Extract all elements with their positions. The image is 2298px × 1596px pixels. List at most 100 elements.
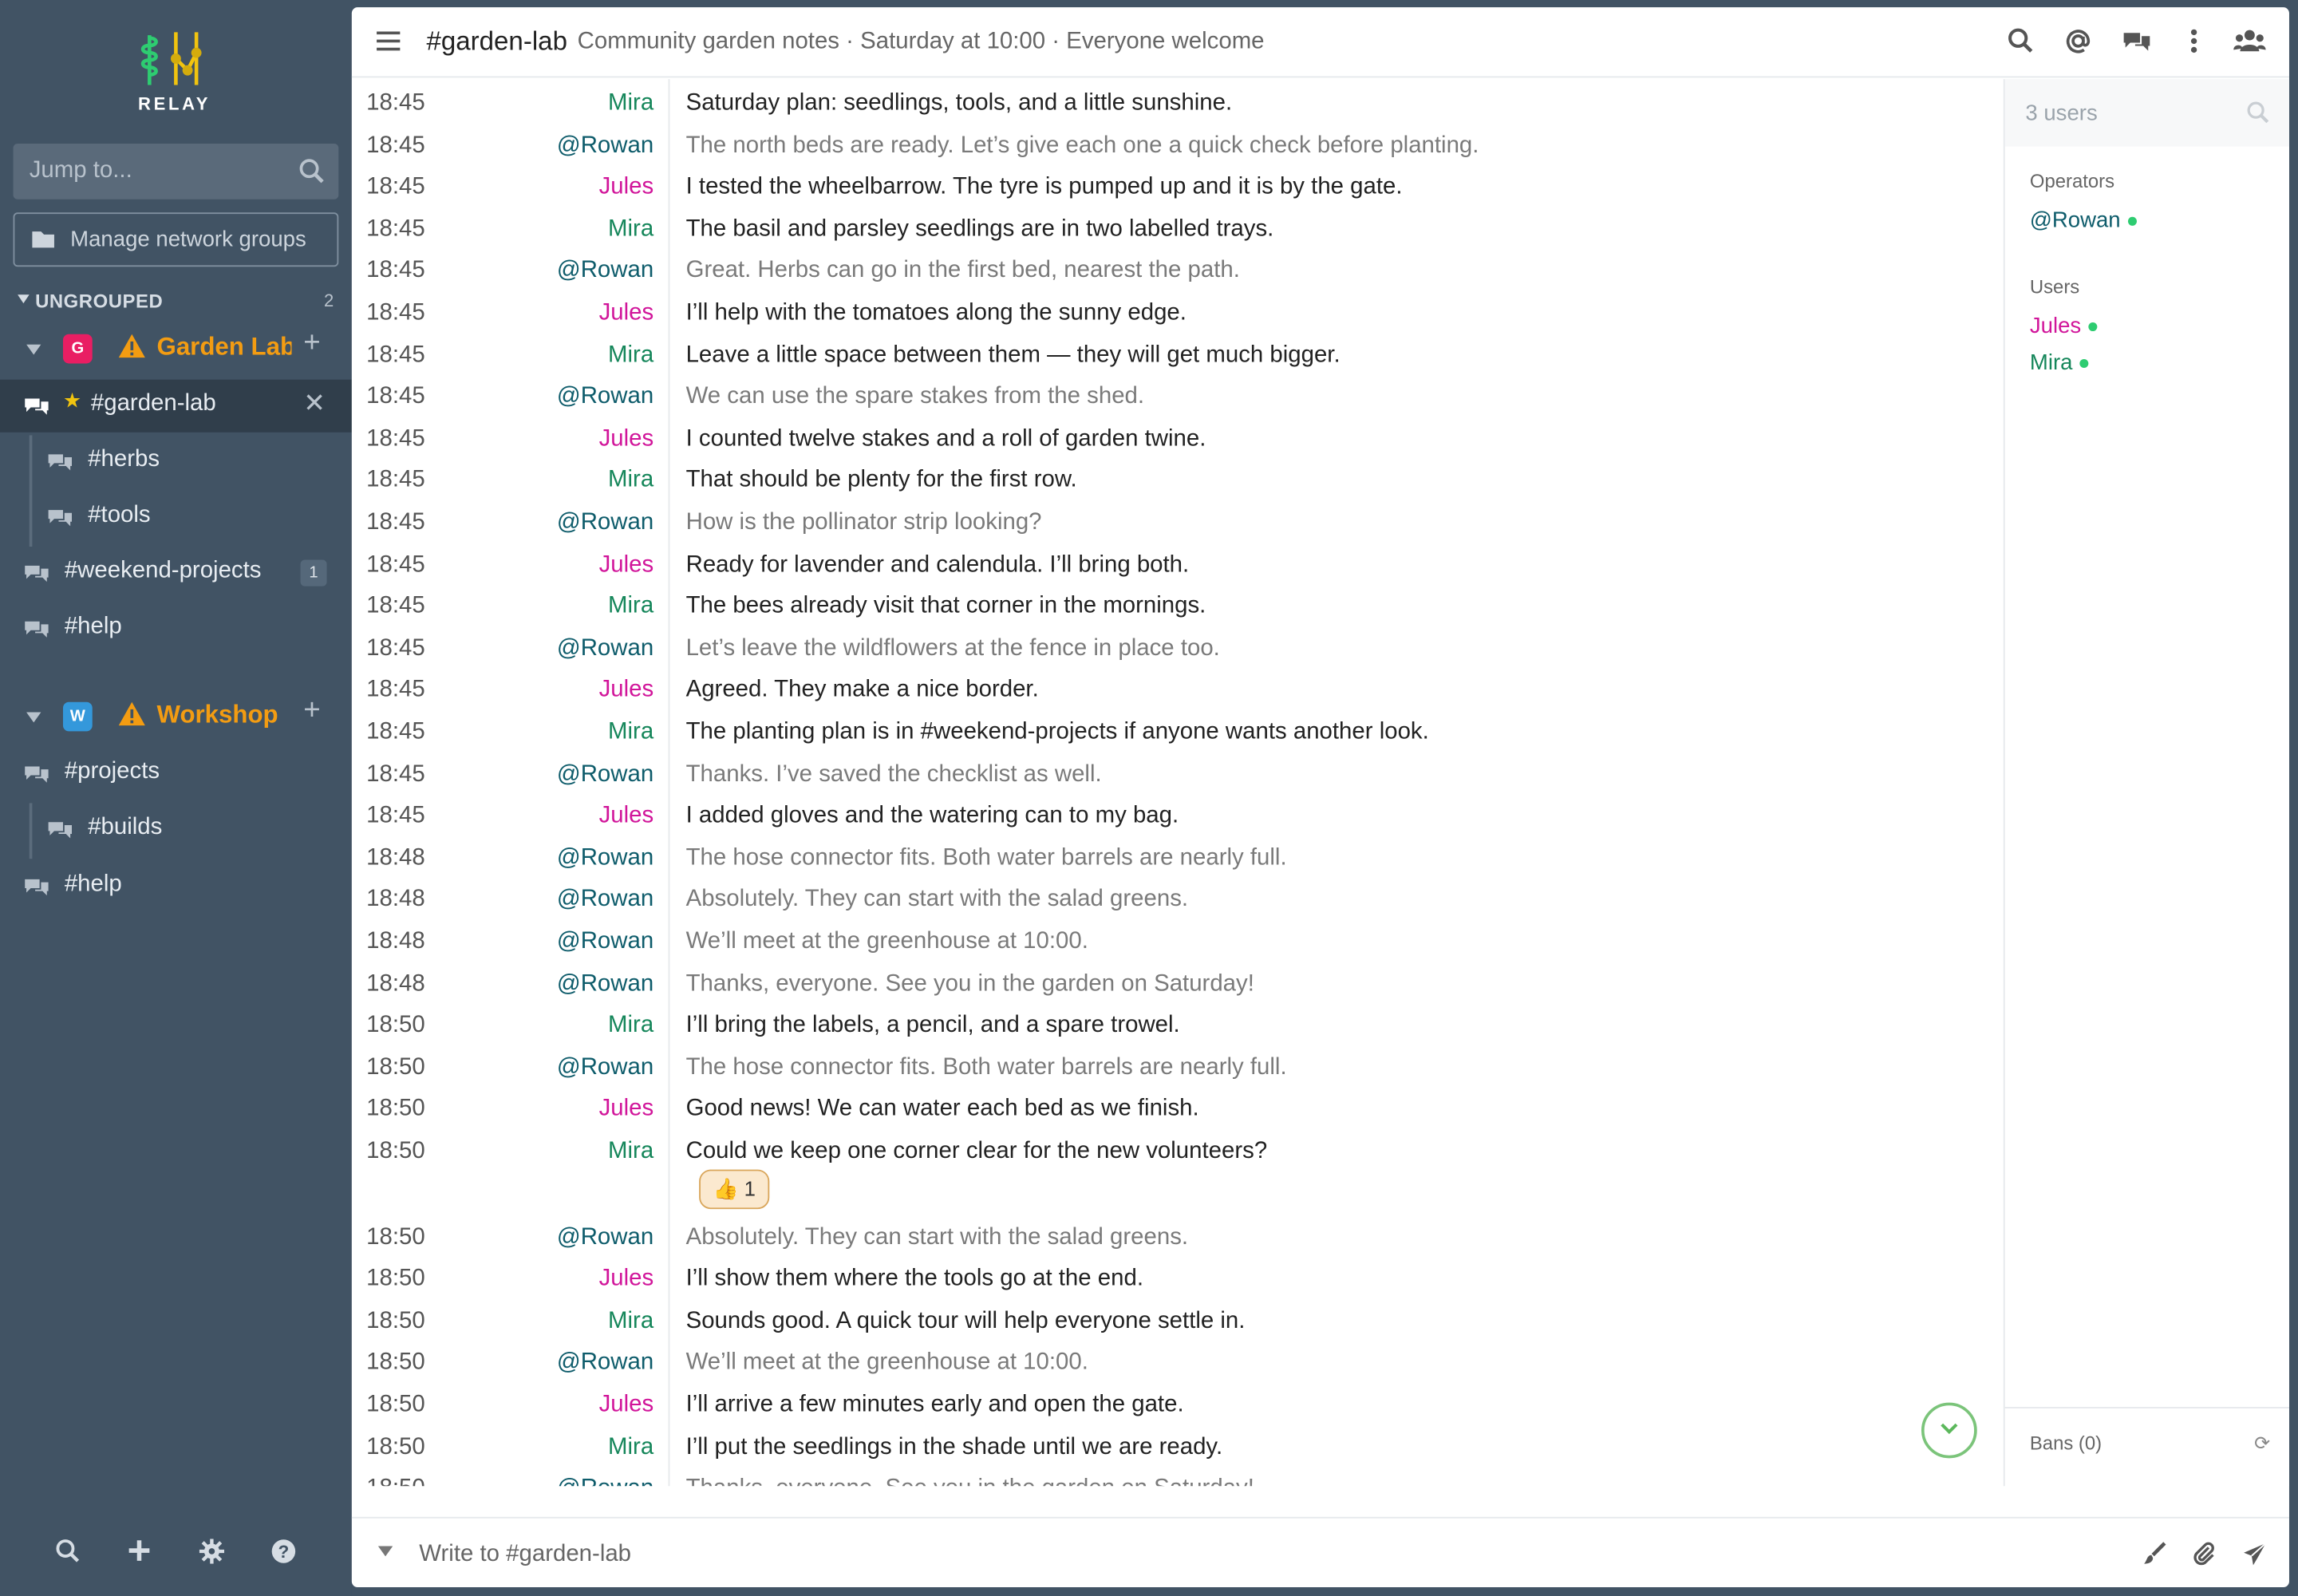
message-nick[interactable]: Jules [599, 426, 654, 452]
channel-herbs[interactable]: #herbs [0, 435, 352, 488]
message-text: Sounds good. A quick tour will help ever… [685, 1308, 1246, 1333]
network-workshop[interactable]: W Workshop + [0, 689, 352, 747]
message-nick[interactable]: @Rowan [557, 761, 653, 788]
jump-to-input[interactable] [14, 144, 294, 198]
message-text: The planting plan is in #weekend-project… [685, 719, 1429, 745]
channel-tools[interactable]: #tools [0, 491, 352, 543]
message-text: The bees already visit that corner in th… [685, 594, 1206, 619]
message-nick[interactable]: Jules [599, 678, 654, 704]
channel-weekend-projects[interactable]: #weekend-projects 1 [0, 547, 352, 599]
message-time: 18:45 [366, 594, 425, 619]
message-nick[interactable]: Mira [608, 720, 653, 746]
message-row: 18:45 @Rowan The north beds are ready. Let… [352, 127, 2002, 168]
plus-icon[interactable] [128, 1539, 151, 1562]
manage-network-groups-button[interactable]: Manage network groups [13, 212, 339, 267]
message-text: Good news! We can water each bed as we f… [685, 1096, 1199, 1122]
message-nick[interactable]: @Rowan [557, 1350, 653, 1377]
search-icon[interactable] [56, 1539, 81, 1563]
menu-icon[interactable] [377, 31, 401, 52]
message-nick[interactable]: @Rowan [557, 1476, 653, 1487]
message-nick[interactable]: @Rowan [557, 887, 653, 914]
formatting-brush-icon[interactable] [2142, 1542, 2166, 1565]
chevron-down-icon [1941, 1423, 1958, 1435]
refresh-icon[interactable]: ⟳ [2254, 1432, 2270, 1455]
jump-to-search[interactable] [13, 143, 339, 200]
message-nick[interactable]: @Rowan [557, 636, 653, 662]
message-text: Thanks. I’ve saved the checklist as well… [685, 761, 1102, 787]
message-text: Great. Herbs can go in the first bed, ne… [685, 258, 1240, 284]
message-text: Saturday plan: seedlings, tools, and a l… [685, 90, 1233, 117]
caret-down-icon[interactable] [377, 1546, 393, 1557]
message-nick[interactable]: @Rowan [557, 132, 653, 159]
add-channel-button[interactable]: + [303, 695, 320, 729]
channel-garden-lab[interactable]: ★ #garden-lab ✕ [0, 379, 352, 433]
message-nick[interactable]: Mira [608, 1309, 653, 1335]
message-row: 18:48 @Rowan Thanks, everyone. See you in … [352, 966, 2002, 1006]
message-nick[interactable]: Jules [599, 1393, 654, 1419]
user-jules[interactable]: Jules [2030, 314, 2098, 338]
message-input[interactable] [416, 1535, 2029, 1574]
close-icon[interactable]: ✕ [303, 389, 326, 420]
message-nick[interactable]: Jules [599, 804, 654, 830]
message-row: 18:45 @Rowan How is the pollinator strip l… [352, 504, 2002, 545]
channel-builds[interactable]: #builds [0, 803, 352, 855]
message-row: 18:50 Jules I’ll arrive a few minutes earl… [352, 1386, 2002, 1427]
message-row: 18:50 Mira I’ll put the seedlings in the s… [352, 1428, 2002, 1469]
message-time: 18:45 [366, 468, 425, 493]
bans-section[interactable]: Bans (0) ⟳ [2004, 1407, 2289, 1477]
message-nick[interactable]: @Rowan [557, 1225, 653, 1251]
message-nick[interactable]: @Rowan [557, 929, 653, 955]
message-nick[interactable]: @Rowan [557, 1055, 653, 1081]
channel-help[interactable]: #help [0, 602, 352, 655]
message-nick[interactable]: @Rowan [557, 845, 653, 871]
message-nick[interactable]: Mira [608, 216, 653, 243]
message-time: 18:48 [366, 845, 425, 871]
search-icon[interactable] [2008, 28, 2034, 54]
message-nick[interactable]: Mira [608, 342, 653, 369]
users-icon[interactable] [2233, 28, 2266, 54]
message-nick[interactable]: Mira [608, 1434, 653, 1460]
message-nick[interactable]: Jules [599, 175, 654, 201]
message-text: Let’s leave the wildflowers at the fence… [685, 635, 1220, 661]
message-time: 18:45 [366, 90, 425, 117]
channel-help[interactable]: #help [0, 860, 352, 913]
message-nick[interactable]: Jules [599, 300, 654, 326]
group-label: UNGROUPED [35, 290, 164, 313]
message-nick[interactable]: Jules [599, 1096, 654, 1123]
message-nick[interactable]: Mira [608, 91, 653, 117]
message-row: 18:50 Mira I’ll bring the labels, a pencil… [352, 1007, 2002, 1048]
message-text: We can use the spare stakes from the she… [685, 384, 1145, 409]
message-text: That should be plenty for the first row. [685, 468, 1077, 493]
scroll-to-bottom-button[interactable] [1921, 1402, 1977, 1459]
more-options-icon[interactable] [2189, 28, 2198, 54]
help-icon[interactable]: ? [271, 1539, 296, 1563]
message-nick[interactable]: @Rowan [557, 971, 653, 998]
message-time: 18:50 [366, 1138, 425, 1164]
message-nick[interactable]: @Rowan [557, 385, 653, 411]
message-row: 18:50 Jules Good news! We can water each b… [352, 1091, 2002, 1132]
ungrouped-header[interactable]: UNGROUPED 2 [18, 289, 337, 315]
user-mira[interactable]: Mira [2030, 350, 2089, 375]
network-garden-lab[interactable]: G Garden Lab + [0, 321, 352, 379]
message-nick[interactable]: @Rowan [557, 259, 653, 285]
message-nick[interactable]: Jules [599, 1266, 654, 1293]
reaction-thumbs-up[interactable]: 👍 1 [699, 1169, 770, 1210]
add-channel-button[interactable]: + [303, 327, 320, 361]
channel-projects[interactable]: #projects [0, 748, 352, 800]
message-nick[interactable]: @Rowan [557, 510, 653, 536]
paperclip-icon[interactable] [2193, 1542, 2216, 1566]
message-nick[interactable]: Mira [608, 468, 653, 495]
message-nick[interactable]: Mira [608, 594, 653, 620]
message-nick[interactable]: Mira [608, 1139, 653, 1165]
message-nick[interactable]: Jules [599, 552, 654, 579]
chat-panel: #garden-lab Community garden notes · Sat… [351, 7, 2289, 1587]
user-rowan[interactable]: @Rowan [2030, 208, 2137, 233]
star-icon[interactable]: ★ [63, 389, 81, 413]
chat-icon [48, 510, 73, 527]
send-icon[interactable] [2242, 1542, 2267, 1566]
chat-icon[interactable] [2122, 28, 2152, 54]
gear-icon[interactable] [199, 1539, 225, 1564]
message-nick[interactable]: Mira [608, 1013, 653, 1039]
mentions-icon[interactable] [2065, 28, 2091, 54]
user-search[interactable]: 3 users [2004, 79, 2289, 147]
